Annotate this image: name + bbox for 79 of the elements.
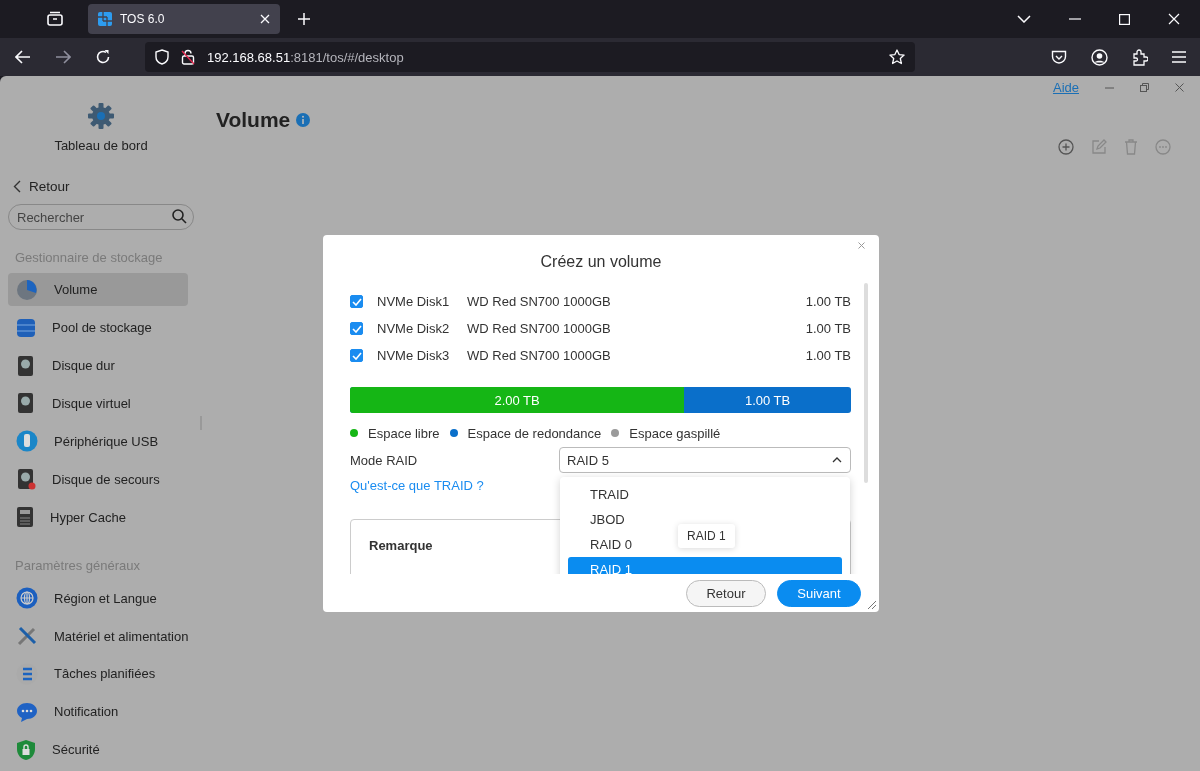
disk-name: NVMe Disk1: [377, 294, 451, 309]
page-title: Volume: [216, 108, 291, 132]
redundancy-space-value: 1.00 TB: [743, 391, 792, 410]
account-icon[interactable]: [1091, 48, 1108, 66]
traid-help-link[interactable]: Qu'est-ce que TRAID ?: [350, 478, 484, 493]
tab-overview-icon[interactable]: [46, 11, 64, 27]
checkbox[interactable]: [350, 295, 363, 308]
disk-size: 1.00 TB: [805, 294, 851, 309]
pie-chart-icon: [16, 278, 38, 301]
legend-label: Espace gaspillé: [629, 425, 721, 441]
sidebar-item[interactable]: Volume: [8, 273, 188, 307]
chevron-down-icon[interactable]: [1017, 15, 1031, 23]
scrollbar[interactable]: [864, 283, 868, 483]
disk-model: WD Red SN700 1000GB: [467, 348, 612, 363]
sidebar-item[interactable]: Disque de secours: [8, 462, 188, 496]
dashboard-label[interactable]: Tableau de bord: [54, 138, 148, 153]
restore-icon[interactable]: [1140, 83, 1149, 92]
checkbox[interactable]: [350, 349, 363, 362]
chat-bubble-icon: [16, 700, 38, 723]
disk-name: NVMe Disk3: [377, 348, 451, 363]
sidebar-item[interactable]: Pool de stockage: [8, 310, 188, 345]
checkbox[interactable]: [350, 322, 363, 335]
back-link[interactable]: Retour: [8, 179, 75, 194]
disk-name: NVMe Disk2: [377, 321, 451, 336]
legend-label: Espace de redondance: [467, 425, 602, 441]
gear-icon[interactable]: [87, 102, 115, 130]
add-icon[interactable]: [1058, 139, 1074, 155]
hard-disk-plus-icon: [16, 468, 36, 491]
chevron-up-icon: [832, 457, 842, 463]
disk-model: WD Red SN700 1000GB: [467, 321, 612, 336]
note-title: Remarque: [369, 538, 433, 553]
legend-label: Espace libre: [368, 425, 440, 441]
reload-icon[interactable]: [95, 49, 111, 65]
dropdown-option[interactable]: JBOD: [568, 507, 625, 532]
globe-icon: [16, 587, 38, 610]
new-tab-icon[interactable]: [298, 13, 310, 25]
tab-title: TOS 6.0: [120, 12, 166, 26]
free-space-value: 2.00 TB: [493, 391, 541, 410]
sidebar-item[interactable]: Disque virtuel: [8, 386, 188, 421]
address-bar[interactable]: 192.168.68.51:8181/tos/#/desktop: [145, 42, 915, 72]
raid-mode-dropdown[interactable]: RAID 5: [559, 447, 851, 473]
chevron-left-icon: [13, 180, 21, 193]
tooltip: RAID 1: [678, 524, 735, 548]
resize-grip-icon[interactable]: [867, 600, 877, 610]
insecure-lock-icon[interactable]: [181, 49, 195, 65]
usb-icon: [16, 430, 38, 453]
menu-icon[interactable]: [1172, 51, 1186, 63]
sidebar-item[interactable]: Sécurité: [8, 733, 188, 767]
ssd-icon: [16, 506, 34, 529]
database-icon: [16, 316, 36, 339]
back-arrow-icon[interactable]: [15, 50, 31, 64]
search-icon[interactable]: [172, 209, 187, 224]
url-text: 192.168.68.51:8181/tos/#/desktop: [207, 49, 404, 65]
sidebar-item[interactable]: Disque dur: [8, 348, 188, 383]
search-field[interactable]: Rechercher: [8, 204, 194, 230]
sidebar-item[interactable]: Tâches planifiées: [8, 657, 188, 691]
dropdown-option[interactable]: TRAID: [568, 482, 629, 507]
sidebar-item[interactable]: Région et Langue: [8, 581, 188, 615]
star-icon[interactable]: [889, 49, 905, 65]
tools-icon: [16, 625, 38, 648]
sidebar-item[interactable]: Matériel et alimentation: [8, 619, 188, 653]
forward-arrow-icon[interactable]: [55, 50, 71, 64]
disk-size: 1.00 TB: [805, 348, 851, 363]
sidebar-item[interactable]: Hyper Cache: [8, 500, 188, 534]
pocket-icon[interactable]: [1051, 49, 1067, 65]
maximize-icon[interactable]: [1119, 13, 1130, 25]
shield-lock-icon: [16, 738, 36, 761]
disk-size: 1.00 TB: [805, 321, 851, 336]
back-button[interactable]: Retour: [686, 579, 766, 607]
raid-mode-label: Mode RAID: [350, 452, 418, 468]
dropdown-option[interactable]: RAID 0: [568, 532, 632, 557]
browser-tab[interactable]: TOS 6.0: [88, 4, 280, 34]
app-logo-icon: [98, 12, 112, 26]
sidebar-item[interactable]: Périphérique USB: [8, 424, 188, 458]
disk-model: WD Red SN700 1000GB: [467, 294, 612, 309]
dialog-title: Créez un volume: [540, 253, 662, 272]
sidebar-item[interactable]: Notification: [8, 695, 188, 729]
shield-icon[interactable]: [155, 49, 169, 65]
puzzle-icon[interactable]: [1132, 48, 1148, 66]
